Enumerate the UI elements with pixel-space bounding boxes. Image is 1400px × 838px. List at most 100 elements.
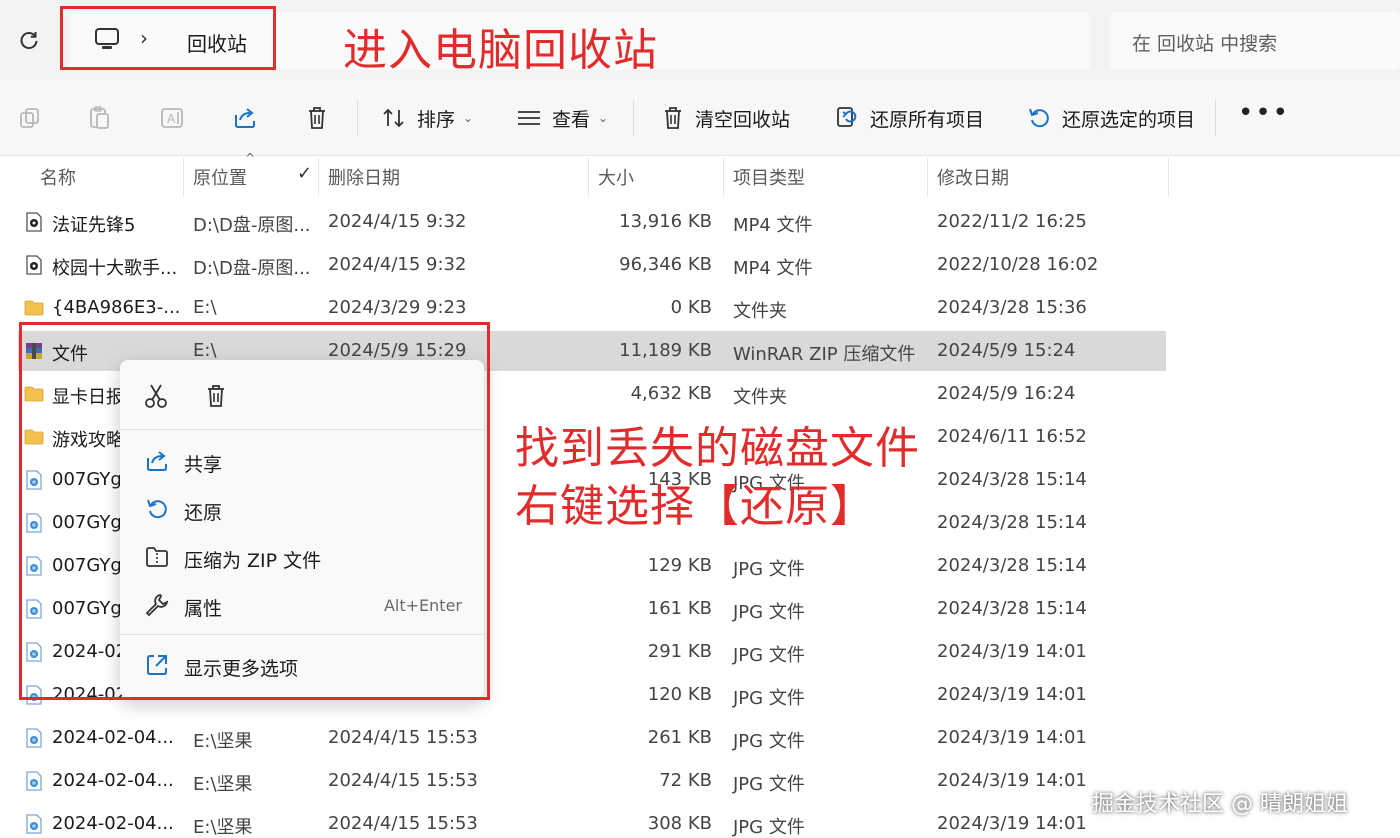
file-size: 291 KB (647, 641, 712, 662)
file-name: {4BA986E3-... (52, 297, 181, 318)
annotation-top: 进入电脑回收站 (343, 25, 658, 76)
column-header-name[interactable]: 名称 (40, 156, 76, 198)
file-modified-date: 2024/3/28 15:14 (937, 469, 1087, 490)
restore-selected-label: 还原选定的项目 (1062, 108, 1196, 131)
column-header-type[interactable]: 项目类型 (733, 156, 805, 198)
column-header-modified[interactable]: 修改日期 (937, 156, 1009, 198)
sort-button[interactable]: 排序 ⌄ (381, 102, 473, 134)
file-original-location: D:\D盘-原图... (193, 258, 311, 279)
search-input[interactable]: 在 回收站 中搜索 (1132, 29, 1277, 56)
empty-recycle-bin-button[interactable]: 清空回收站 (661, 102, 790, 134)
column-header-size[interactable]: 大小 (598, 156, 634, 198)
file-size: 72 KB (659, 770, 712, 791)
file-type: JPG 文件 (733, 817, 805, 838)
file-size: 96,346 KB (619, 254, 712, 275)
file-type: MP4 文件 (733, 215, 813, 236)
empty-bin-icon (665, 107, 681, 129)
column-header-deleted[interactable]: 删除日期 (328, 156, 400, 198)
file-name: 2024-02-04... (52, 813, 174, 834)
file-name: 法证先锋5 (52, 215, 136, 236)
column-divider[interactable] (927, 158, 928, 196)
check-icon: ✓ (297, 163, 313, 184)
view-button[interactable]: 查看 ⌄ (516, 102, 608, 134)
file-size: 261 KB (647, 727, 712, 748)
file-type: JPG 文件 (733, 559, 805, 580)
column-header-location[interactable]: 原位置 (193, 156, 247, 198)
file-deleted-date: 2024/3/29 9:23 (328, 297, 467, 318)
file-modified-date: 2024/3/19 14:01 (937, 770, 1087, 791)
restore-selected-button[interactable]: 还原选定的项目 (1026, 102, 1195, 134)
file-row[interactable]: 校园十大歌手... D:\D盘-原图... 2024/4/15 9:32 96,346… (18, 245, 1166, 285)
sort-chevron-down-icon: ⌄ (463, 111, 474, 125)
column-divider[interactable] (183, 158, 184, 196)
file-original-location: D:\D盘-原图... (193, 215, 311, 236)
watermark: 掘金技术社区 @ 晴朗姐姐 (1092, 792, 1348, 817)
column-divider[interactable] (318, 158, 319, 196)
file-modified-date: 2024/3/19 14:01 (937, 727, 1087, 748)
file-deleted-date: 2024/4/15 15:53 (328, 727, 478, 748)
file-type: JPG 文件 (733, 602, 805, 623)
video-file-icon (24, 212, 44, 232)
toolbar-divider (357, 100, 358, 136)
column-divider[interactable] (1168, 158, 1169, 196)
file-name: 2024-02-04... (52, 770, 174, 791)
rename-icon[interactable]: A (158, 104, 186, 132)
file-size: 161 KB (647, 598, 712, 619)
image-file-icon (24, 728, 44, 748)
file-name: 校园十大歌手... (52, 258, 178, 279)
folder-icon (24, 298, 44, 318)
file-size: 4,632 KB (630, 383, 712, 404)
toolbar-divider (633, 100, 634, 136)
file-size: 0 KB (670, 297, 712, 318)
file-deleted-date: 2024/4/15 9:32 (328, 211, 467, 232)
file-modified-date: 2024/6/11 16:52 (937, 426, 1087, 447)
annotation-highlight-box (60, 6, 276, 70)
file-size: 308 KB (647, 813, 712, 834)
file-type: JPG 文件 (733, 688, 805, 709)
file-original-location: E:\坚果 (193, 817, 253, 838)
file-row[interactable]: 法证先锋5 D:\D盘-原图... 2024/4/15 9:32 13,916 KB M… (18, 202, 1166, 242)
file-type: JPG 文件 (733, 774, 805, 795)
restore-all-button[interactable]: 还原所有项目 (834, 102, 984, 134)
copy-icon[interactable] (16, 104, 44, 132)
file-deleted-date: 2024/4/15 15:53 (328, 770, 478, 791)
file-modified-date: 2024/3/19 14:01 (937, 813, 1087, 834)
file-type: WinRAR ZIP 压缩文件 (733, 344, 916, 365)
sort-icon (383, 108, 404, 128)
file-row[interactable]: 2024-02-04... E:\坚果 2024/4/15 15:53 72 KB JP… (18, 761, 1166, 801)
refresh-button[interactable] (14, 26, 44, 56)
paste-icon[interactable] (86, 104, 114, 132)
file-modified-date: 2022/10/28 16:02 (937, 254, 1099, 275)
file-type: MP4 文件 (733, 258, 813, 279)
file-row[interactable]: 2024-02-04... E:\坚果 2024/4/15 15:53 308 KB J… (18, 804, 1166, 838)
file-size: 13,916 KB (619, 211, 712, 232)
file-modified-date: 2024/5/9 16:24 (937, 383, 1076, 404)
image-file-icon (24, 771, 44, 791)
restore-icon (1029, 108, 1049, 128)
file-row[interactable]: 2024-02-04... E:\坚果 2024/4/15 15:53 261 KB J… (18, 718, 1166, 758)
more-options-icon[interactable]: ••• (1238, 98, 1290, 128)
annotation-highlight-box (19, 322, 490, 700)
restore-all-label: 还原所有项目 (870, 108, 985, 131)
file-original-location: E:\坚果 (193, 774, 253, 795)
file-modified-date: 2024/3/19 14:01 (937, 684, 1087, 705)
empty-recycle-bin-label: 清空回收站 (695, 108, 791, 131)
sort-label: 排序 (417, 108, 456, 131)
refresh-icon (20, 32, 38, 50)
file-modified-date: 2024/3/19 14:01 (937, 641, 1087, 662)
file-size: 129 KB (647, 555, 712, 576)
file-original-location: E:\ (193, 297, 217, 318)
file-type: JPG 文件 (733, 731, 805, 752)
file-modified-date: 2024/3/28 15:14 (937, 598, 1087, 619)
annotation-line-2: 右键选择【还原】 (515, 481, 875, 532)
video-file-icon (24, 255, 44, 275)
file-size: 120 KB (647, 684, 712, 705)
share-icon[interactable] (231, 104, 259, 132)
delete-icon[interactable] (303, 104, 331, 132)
column-divider[interactable] (588, 158, 589, 196)
annotation-line-1: 找到丢失的磁盘文件 (515, 423, 920, 474)
svg-text:A: A (167, 112, 176, 126)
file-modified-date: 2024/5/9 15:24 (937, 340, 1076, 361)
file-type: 文件夹 (733, 301, 787, 322)
column-divider[interactable] (723, 158, 724, 196)
